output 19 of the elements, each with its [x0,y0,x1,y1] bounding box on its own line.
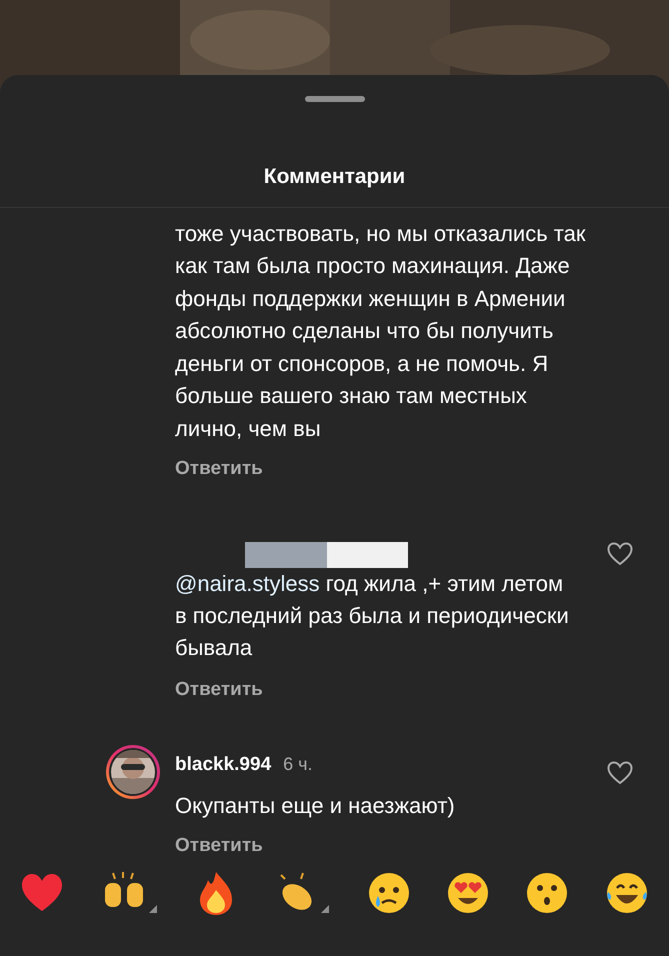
comment-text: @naira.styless год жила ,+ этим летом в последний раз была и периодически бывала [175,570,570,662]
reply-link[interactable]: Ответить [175,679,263,700]
crying-face-icon[interactable] [368,872,410,914]
heart-icon[interactable] [20,873,64,913]
surprised-face-icon[interactable] [526,872,568,914]
comment-text: Окупанты еще и наезжают) [175,792,456,820]
sheet-title: Комментарии [264,164,406,190]
laughing-face-icon[interactable] [605,872,649,914]
comment-text: тоже участвовать, но мы отказались так как там была просто махинация. Даже фонды поддержки женщин в Армении абсолютно сделаны что бы получить деньги от спонсоров, а не помочь. Я больше вашего знаю там местных лично, чем вы [175,220,586,442]
heart-eyes-face-icon[interactable] [447,872,489,914]
comment-time: 6 ч. [283,753,313,776]
reply-link[interactable]: Ответить [175,458,263,479]
like-icon[interactable] [607,542,633,566]
story-ring[interactable] [106,745,160,799]
username[interactable]: blackk.994 [175,751,272,780]
reply-link[interactable]: Ответить [175,834,263,856]
drag-handle[interactable] [304,96,364,102]
like-icon[interactable] [607,761,633,785]
mention-link[interactable]: @naira.styless [175,571,320,596]
